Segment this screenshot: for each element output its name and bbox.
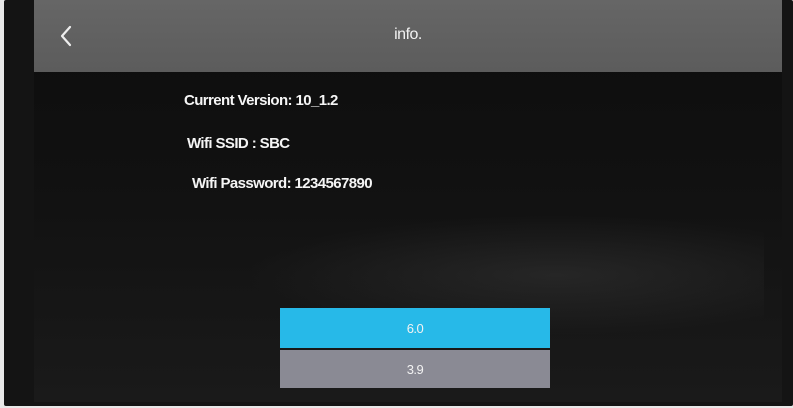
- device-screen: info. Current Version: 10_1.2 Wifi SSID …: [34, 0, 782, 402]
- option-6-0-label: 6.0: [406, 320, 424, 336]
- current-version-text: Current Version: 10_1.2: [184, 92, 338, 109]
- option-6-0-button[interactable]: 6.0: [280, 308, 550, 348]
- device-bezel: info. Current Version: 10_1.2 Wifi SSID …: [4, 0, 793, 406]
- wifi-ssid-text: Wifi SSID : SBC: [187, 135, 290, 152]
- option-3-9-label: 3.9: [406, 361, 424, 377]
- header-bar: info.: [34, 0, 782, 72]
- wifi-password-text: Wifi Password: 1234567890: [192, 175, 373, 192]
- page-title: info.: [394, 26, 422, 43]
- option-3-9-button[interactable]: 3.9: [280, 350, 550, 388]
